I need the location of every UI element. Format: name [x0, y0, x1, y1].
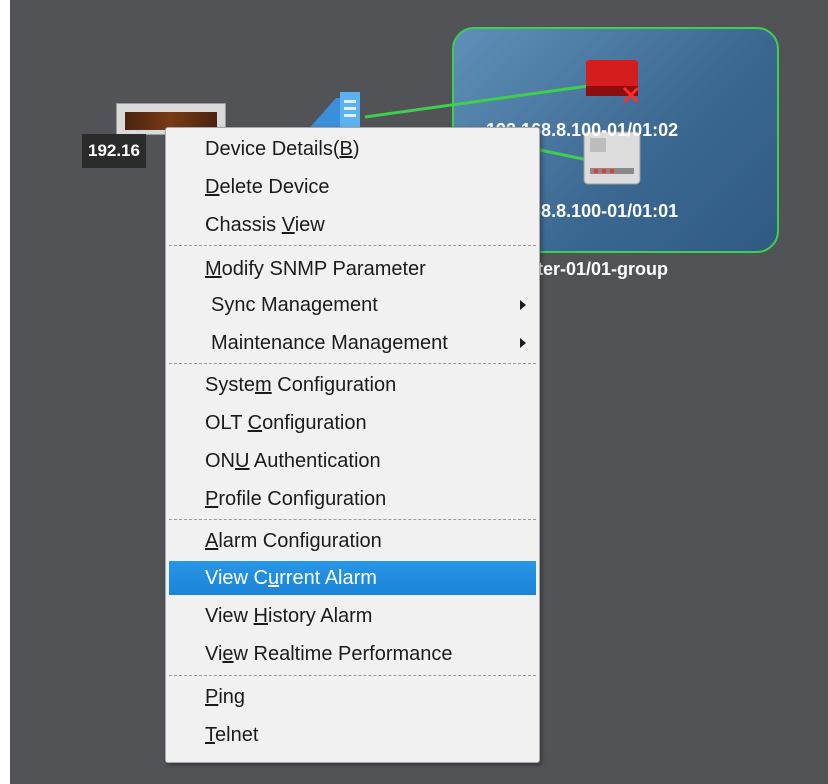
menu-label: Device Details( [205, 138, 340, 160]
menu-item-modify-snmp[interactable]: Modify SNMP Parameter [169, 252, 536, 286]
menu-label: ing [218, 686, 246, 708]
switch-icon[interactable] [296, 92, 366, 132]
menu-mnemonic: C [247, 412, 263, 434]
menu-label: odify SNMP Parameter [221, 258, 426, 280]
menu-item-system-configuration[interactable]: System Configuration [169, 368, 536, 402]
device-context-menu: Device Details(B) Delete Device Chassis … [165, 127, 540, 763]
menu-item-profile-configuration[interactable]: Profile Configuration [169, 482, 536, 516]
menu-label: Configuration [271, 374, 397, 396]
menu-label: View C [205, 567, 268, 589]
menu-label: Chassis [205, 214, 282, 236]
menu-mnemonic: e [222, 643, 234, 665]
menu-item-maintenance-management[interactable]: Maintenance Management [169, 326, 536, 360]
menu-label: rrent Alarm [279, 567, 377, 589]
menu-item-alarm-configuration[interactable]: Alarm Configuration [169, 524, 536, 558]
menu-label: Maintenance Management [211, 332, 448, 354]
menu-separator [169, 519, 536, 520]
menu-item-delete-device[interactable]: Delete Device [169, 170, 536, 204]
menu-label: OLT [205, 412, 248, 434]
menu-item-device-details[interactable]: Device Details(B) [169, 132, 536, 166]
menu-label: Vi [205, 643, 223, 665]
menu-mnemonic: T [205, 724, 215, 746]
menu-mnemonic: U [235, 450, 250, 472]
menu-item-view-realtime-performance[interactable]: View Realtime Performance [169, 637, 536, 671]
submenu-arrow-icon [520, 338, 526, 348]
menu-label: elnet [215, 724, 259, 746]
menu-mnemonic: D [205, 176, 220, 198]
menu-label: ON [205, 450, 235, 472]
menu-separator [169, 363, 536, 364]
menu-item-view-history-alarm[interactable]: View History Alarm [169, 599, 536, 633]
menu-mnemonic: B [339, 138, 353, 160]
menu-mnemonic: m [255, 374, 272, 396]
menu-item-view-current-alarm[interactable]: View Current Alarm [169, 561, 536, 595]
menu-separator [169, 245, 536, 246]
menu-item-ping[interactable]: Ping [169, 680, 536, 714]
menu-label: istory Alarm [268, 605, 373, 627]
submenu-arrow-icon [520, 300, 526, 310]
menu-item-onu-authentication[interactable]: ONU Authentication [169, 444, 536, 478]
menu-label: Sync Management [211, 294, 378, 316]
onu-alarm-device-icon[interactable] [580, 58, 644, 106]
menu-mnemonic: V [281, 214, 295, 236]
menu-mnemonic: A [205, 530, 219, 552]
menu-item-chassis-view[interactable]: Chassis View [169, 208, 536, 242]
menu-label: Syste [205, 374, 256, 396]
menu-label: onfiguration [262, 412, 367, 434]
menu-label: rofile Configuration [218, 488, 387, 510]
menu-item-olt-configuration[interactable]: OLT Configuration [169, 406, 536, 440]
menu-label: View [205, 605, 254, 627]
menu-label: elete Device [219, 176, 330, 198]
olt-device-label[interactable]: 192.16 [82, 134, 146, 168]
menu-separator [169, 675, 536, 676]
menu-label: Authentication [249, 450, 381, 472]
menu-label: larm Configuration [218, 530, 382, 552]
menu-mnemonic: M [205, 258, 222, 280]
menu-mnemonic: H [253, 605, 268, 627]
menu-mnemonic: P [205, 488, 219, 510]
menu-mnemonic: P [205, 686, 219, 708]
menu-label: ) [352, 138, 360, 160]
menu-mnemonic: u [268, 567, 280, 589]
menu-item-sync-management[interactable]: Sync Management [169, 288, 536, 322]
menu-label: iew [294, 214, 325, 236]
menu-label: w Realtime Performance [233, 643, 453, 665]
menu-item-telnet[interactable]: Telnet [169, 718, 536, 752]
